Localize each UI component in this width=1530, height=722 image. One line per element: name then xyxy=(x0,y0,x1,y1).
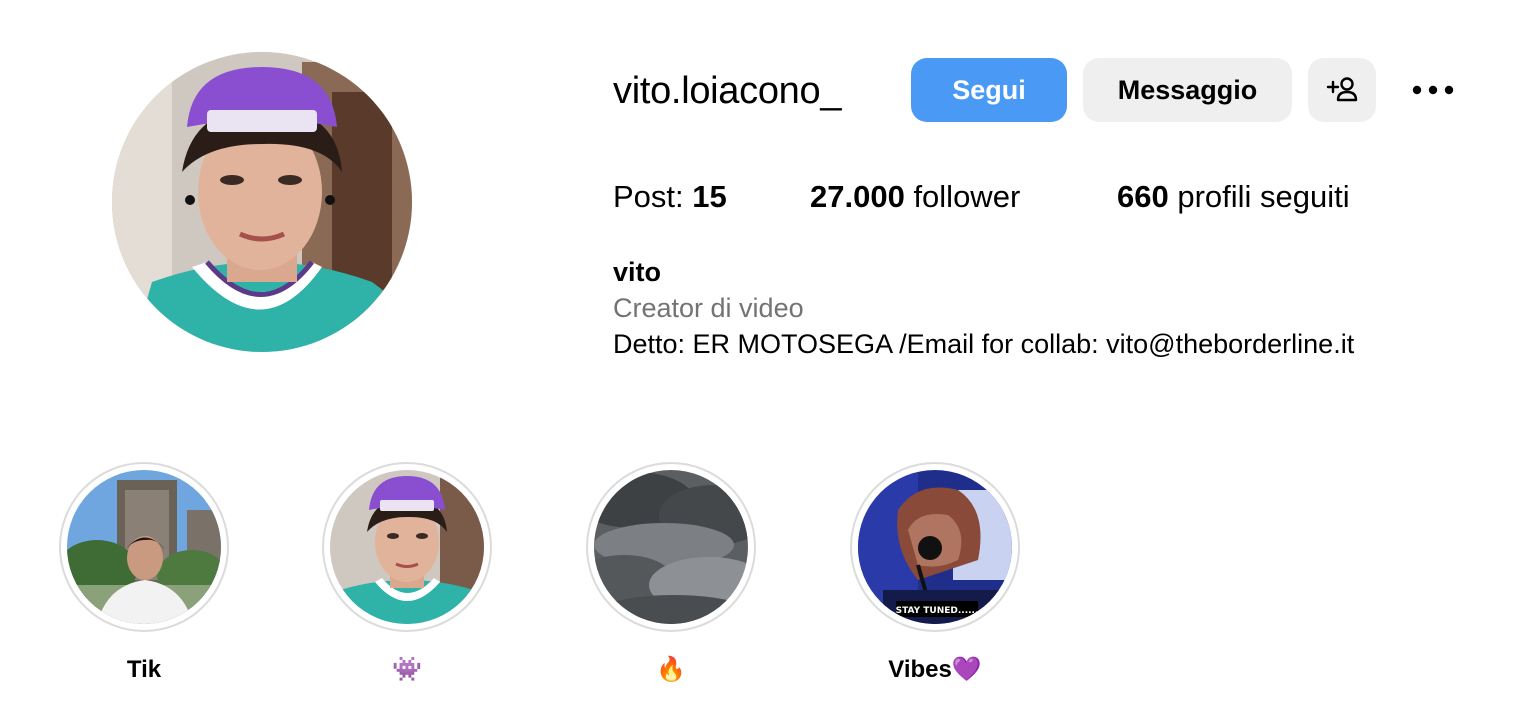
posts-label: Post: xyxy=(613,179,693,214)
highlight-ring xyxy=(586,462,756,632)
highlight-ring xyxy=(322,462,492,632)
highlight-label: Tik xyxy=(126,656,162,683)
add-person-icon xyxy=(1326,77,1358,102)
highlight-cover-studio-photo: STAY TUNED...... xyxy=(858,470,1012,624)
highlight-cover-city-photo xyxy=(67,470,221,624)
story-highlight-vibes[interactable]: STAY TUNED...... Vibes💜 xyxy=(850,462,1020,683)
story-highlight-fire[interactable]: 🔥 xyxy=(586,462,756,683)
story-overlay-text: STAY TUNED...... xyxy=(896,606,979,616)
followers-label: follower xyxy=(904,179,1021,214)
followers-value: 27.000 xyxy=(810,179,905,214)
highlight-ring: STAY TUNED...... xyxy=(850,462,1020,632)
story-highlight-alien[interactable]: 👾 xyxy=(322,462,492,683)
profile-photo xyxy=(112,52,412,352)
followers-count[interactable]: 27.000 follower xyxy=(810,176,1020,218)
bio-text: Detto: ER MOTOSEGA /Email for collab: vi… xyxy=(613,329,1355,359)
story-highlight-tik[interactable]: Tik xyxy=(59,462,229,683)
profile-username: vito.loiacono_ xyxy=(613,70,842,112)
message-button[interactable]: Messaggio xyxy=(1083,58,1292,122)
highlight-label: 👾 xyxy=(392,656,422,683)
follow-button[interactable]: Segui xyxy=(911,58,1067,122)
highlight-ring xyxy=(59,462,229,632)
posts-value: 15 xyxy=(692,179,727,214)
suggested-accounts-button[interactable] xyxy=(1308,58,1376,122)
posts-count: Post: 15 xyxy=(613,176,727,218)
highlight-label: 🔥 xyxy=(656,656,686,683)
bio-category: Creator di video xyxy=(613,293,804,323)
more-options-icon xyxy=(1412,85,1454,95)
highlight-cover xyxy=(67,470,221,624)
following-count[interactable]: 660 profili seguiti xyxy=(1117,176,1350,218)
highlight-label: Vibes💜 xyxy=(888,656,982,683)
highlight-cover-selfie-photo xyxy=(330,470,484,624)
following-label: profili seguiti xyxy=(1168,179,1350,214)
bio-full-name: vito xyxy=(613,257,662,287)
following-value: 660 xyxy=(1117,179,1169,214)
highlight-cover: STAY TUNED...... xyxy=(858,470,1012,624)
profile-avatar[interactable] xyxy=(112,52,412,352)
highlight-cover xyxy=(594,470,748,624)
highlight-cover xyxy=(330,470,484,624)
more-options-button[interactable] xyxy=(1405,72,1461,108)
highlight-cover-clouds-photo xyxy=(594,470,748,624)
